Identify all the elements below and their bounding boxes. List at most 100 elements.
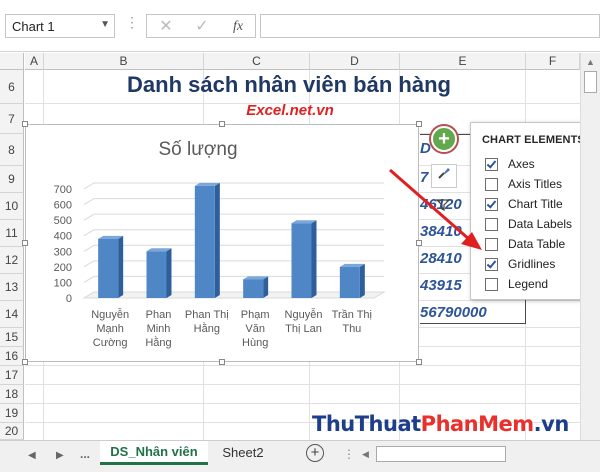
- tab-ds-nhan-vien[interactable]: DS_Nhân viên: [100, 441, 208, 465]
- tab-sheet2[interactable]: Sheet2: [214, 441, 272, 465]
- chart-filter-button[interactable]: [435, 198, 451, 214]
- row-header-15[interactable]: 15: [0, 328, 24, 347]
- chart-elements-button[interactable]: +: [431, 126, 457, 152]
- resize-handle[interactable]: [416, 121, 422, 127]
- column-header-e[interactable]: E: [400, 53, 526, 70]
- option-data-labels[interactable]: Data Labels: [485, 215, 572, 233]
- y-tick-label: 600: [54, 200, 72, 212]
- gridline: [83, 182, 384, 190]
- option-gridlines[interactable]: Gridlines: [485, 255, 555, 273]
- row-header-14[interactable]: 14: [0, 301, 24, 328]
- gridline: [83, 244, 384, 252]
- resize-handle[interactable]: [22, 240, 28, 246]
- more-sheets[interactable]: ...: [80, 447, 90, 461]
- x-tick-label: Văn: [245, 323, 265, 335]
- add-sheet-button[interactable]: +: [306, 444, 324, 462]
- row-header-10[interactable]: 10: [0, 193, 24, 220]
- name-box[interactable]: Chart 1 ▼: [5, 14, 115, 38]
- enter-icon[interactable]: ✓: [189, 17, 215, 37]
- x-tick-label: Hằng: [145, 336, 171, 349]
- option-data-table[interactable]: Data Table: [485, 235, 565, 253]
- column-header-d[interactable]: D: [310, 53, 400, 70]
- next-sheet-icon[interactable]: ▶: [56, 450, 64, 461]
- checkbox[interactable]: [485, 217, 498, 231]
- chart-area[interactable]: Số lượng 0 100 200 300 400 500 600 700 Nguyễn Mạnh…: [25, 124, 419, 362]
- row-header-9[interactable]: 9: [0, 166, 24, 193]
- checkbox[interactable]: [485, 237, 498, 251]
- x-tick-label: Thị Lan: [285, 323, 322, 335]
- row-header-11[interactable]: 11: [0, 220, 24, 247]
- row-header-6[interactable]: 6: [0, 70, 24, 104]
- bar: [146, 251, 167, 298]
- x-tick-label: Hùng: [242, 337, 268, 349]
- column-header-f[interactable]: F: [526, 53, 580, 70]
- checkbox[interactable]: [485, 197, 498, 211]
- row-header-8[interactable]: 8: [0, 134, 24, 166]
- horizontal-scrollbar[interactable]: [376, 446, 506, 462]
- chart-floor: [82, 291, 386, 299]
- gridline: [83, 213, 384, 221]
- watermark: ThuThuatPhanMem.vn: [312, 406, 592, 442]
- x-tick-label: Minh: [147, 323, 171, 335]
- option-label: Axes: [508, 157, 535, 171]
- row-header-18[interactable]: 18: [0, 385, 24, 404]
- scroll-thumb[interactable]: [584, 71, 597, 93]
- resize-handle[interactable]: [22, 359, 28, 365]
- resize-handle[interactable]: [416, 240, 422, 246]
- x-tick-label: Mạnh: [96, 323, 124, 335]
- row-header-13[interactable]: 13: [0, 274, 24, 301]
- sheet-subtitle[interactable]: Excel.net.vn: [215, 102, 365, 119]
- drag-handle-icon[interactable]: ⋮: [343, 447, 355, 461]
- y-tick-label: 400: [54, 231, 72, 243]
- chart-styles-button[interactable]: [431, 164, 457, 188]
- sheet-title[interactable]: Danh sách nhân viên bán hàng: [24, 70, 554, 100]
- checkbox[interactable]: [485, 257, 498, 271]
- drag-handle-icon[interactable]: ⋮: [125, 14, 139, 31]
- resize-handle[interactable]: [219, 359, 225, 365]
- row-header-17[interactable]: 17: [0, 366, 24, 385]
- option-axis-titles[interactable]: Axis Titles: [485, 175, 562, 193]
- select-all-corner[interactable]: [0, 53, 24, 70]
- row-header-20[interactable]: 20: [0, 423, 24, 440]
- prev-sheet-icon[interactable]: ◀: [28, 450, 36, 461]
- row-header-19[interactable]: 19: [0, 404, 24, 423]
- checkbox[interactable]: [485, 157, 498, 171]
- column-header-b[interactable]: B: [44, 53, 204, 70]
- gridline: [25, 384, 580, 385]
- cancel-icon[interactable]: ✕: [153, 17, 179, 37]
- bar: [339, 266, 360, 298]
- bar: [243, 279, 264, 298]
- row-header-12[interactable]: 12: [0, 247, 24, 274]
- resize-handle[interactable]: [416, 359, 422, 365]
- gridline: [25, 403, 580, 404]
- checkbox[interactable]: [485, 177, 498, 191]
- gridline: [83, 260, 384, 268]
- formula-bar: Chart 1 ▼ ⋮ ✕ ✓ fx: [0, 0, 600, 52]
- column-header-c[interactable]: C: [204, 53, 310, 70]
- bar: [98, 238, 119, 298]
- scroll-left-icon[interactable]: ◀: [362, 449, 369, 460]
- resize-handle[interactable]: [22, 121, 28, 127]
- check-icon: [486, 257, 497, 269]
- row-header-7[interactable]: 7: [0, 104, 24, 134]
- name-box-value: Chart 1: [12, 19, 55, 34]
- checkbox[interactable]: [485, 277, 498, 291]
- sheet-tab-bar: ◀ ▶ ... DS_Nhân viên Sheet2 + ⋮ ◀: [0, 440, 600, 472]
- formula-input[interactable]: [260, 14, 600, 38]
- option-axes[interactable]: Axes: [485, 155, 535, 173]
- y-tick-label: 700: [54, 184, 72, 196]
- resize-handle[interactable]: [219, 121, 225, 127]
- bar: [291, 223, 312, 298]
- vertical-scrollbar[interactable]: ▲: [580, 53, 600, 443]
- chevron-down-icon[interactable]: ▼: [100, 19, 110, 30]
- insert-function-icon[interactable]: fx: [225, 17, 251, 37]
- column-header-a[interactable]: A: [25, 53, 44, 70]
- row-header-16[interactable]: 16: [0, 347, 24, 366]
- scroll-up-icon[interactable]: ▲: [586, 57, 595, 67]
- bar-side: [311, 220, 317, 298]
- cell-e14[interactable]: 56790000: [420, 302, 526, 324]
- chart-svg: Số lượng 0 100 200 300 400 500 600 700 Nguyễn Mạnh…: [54, 139, 386, 349]
- x-tick-label: Cường: [93, 337, 128, 349]
- option-chart-title[interactable]: Chart Title: [485, 195, 563, 213]
- option-legend[interactable]: Legend: [485, 275, 548, 293]
